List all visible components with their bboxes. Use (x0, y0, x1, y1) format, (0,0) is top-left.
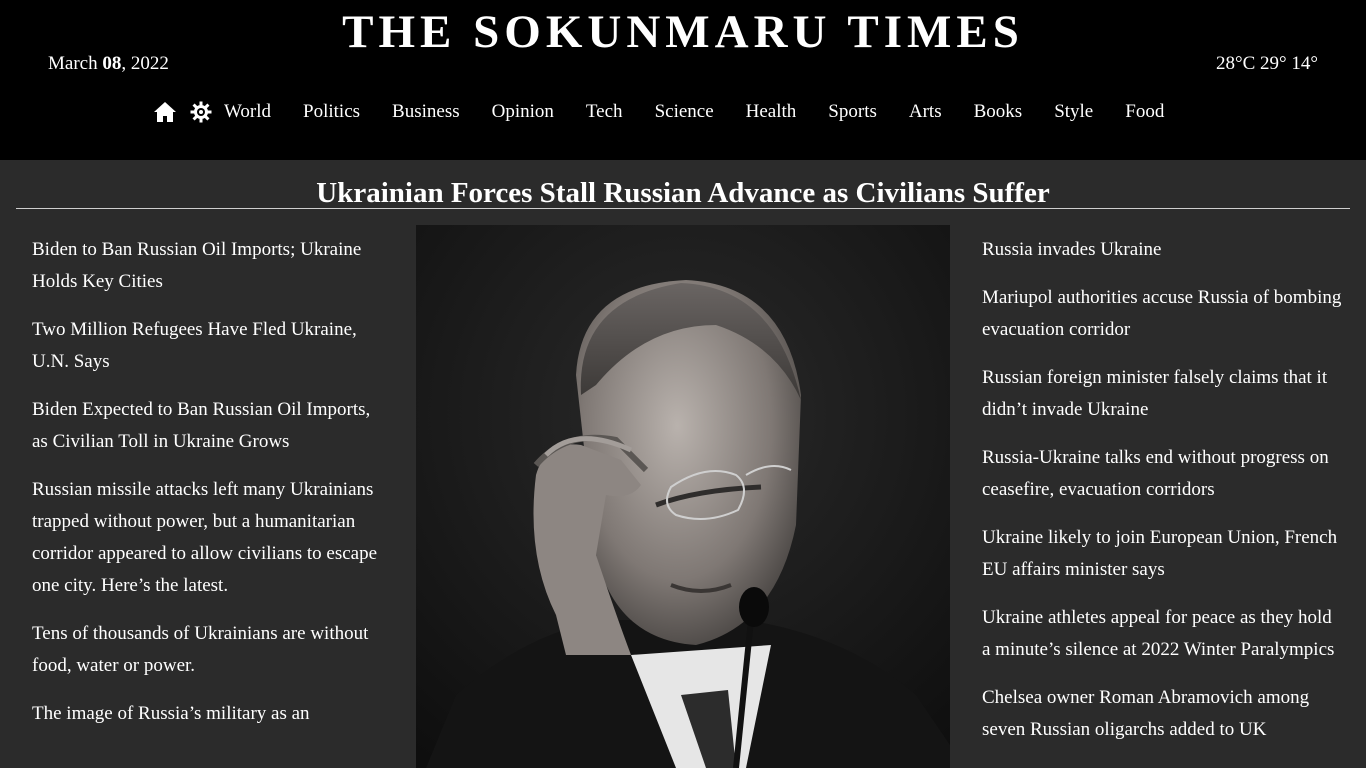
nav-item-business[interactable]: Business (392, 99, 460, 125)
main-nav: World Politics Business Opinion Tech Sci… (152, 98, 1164, 126)
right-story-link[interactable]: Russia invades Ukraine (982, 234, 1342, 266)
nav-item-world[interactable]: World (224, 99, 271, 125)
left-story-column: Biden to Ban Russian Oil Imports; Ukrain… (32, 234, 388, 746)
masthead: THE SOKUNMARU TIMES March 08, 2022 28°C … (0, 0, 1366, 160)
nav-item-politics[interactable]: Politics (303, 99, 360, 125)
nav-item-health[interactable]: Health (746, 99, 797, 125)
date-prefix: March (48, 53, 103, 74)
right-story-column: Russia invades Ukraine Mariupol authorit… (982, 234, 1342, 762)
date: March 08, 2022 (48, 52, 169, 76)
nav-item-sports[interactable]: Sports (828, 99, 877, 125)
nav-item-science[interactable]: Science (655, 99, 714, 125)
right-story-link[interactable]: Mariupol authorities accuse Russia of bo… (982, 282, 1342, 346)
date-day: 08 (102, 53, 122, 74)
left-story-link[interactable]: Two Million Refugees Have Fled Ukraine, … (32, 314, 388, 378)
left-story-summary[interactable]: Tens of thousands of Ukrainians are with… (32, 618, 388, 682)
nav-item-books[interactable]: Books (974, 99, 1023, 125)
weather: 28°C 29° 14° (1216, 53, 1318, 74)
left-story-summary[interactable]: Russian missile attacks left many Ukrain… (32, 474, 388, 602)
left-story-link[interactable]: Biden to Ban Russian Oil Imports; Ukrain… (32, 234, 388, 298)
lead-photo[interactable] (416, 225, 950, 768)
site-title[interactable]: THE SOKUNMARU TIMES (0, 4, 1366, 60)
nav-item-style[interactable]: Style (1054, 99, 1093, 125)
date-suffix: , 2022 (121, 53, 169, 74)
right-story-link[interactable]: Ukraine athletes appeal for peace as the… (982, 602, 1342, 666)
right-story-link[interactable]: Chelsea owner Roman Abramovich among sev… (982, 682, 1342, 746)
right-story-link[interactable]: Russian foreign minister falsely claims … (982, 362, 1342, 426)
right-story-link[interactable]: Ukraine likely to join European Union, F… (982, 522, 1342, 586)
left-story-summary[interactable]: The image of Russia’s military as an (32, 698, 388, 730)
headline-divider (16, 208, 1350, 209)
nav-item-food[interactable]: Food (1125, 99, 1164, 125)
nav-item-opinion[interactable]: Opinion (492, 99, 554, 125)
lead-headline[interactable]: Ukrainian Forces Stall Russian Advance a… (0, 174, 1366, 212)
gear-icon[interactable] (188, 99, 214, 125)
left-story-link[interactable]: Biden Expected to Ban Russian Oil Import… (32, 394, 388, 458)
main-content: Ukrainian Forces Stall Russian Advance a… (0, 160, 1366, 768)
nav-item-tech[interactable]: Tech (586, 99, 623, 125)
right-story-link[interactable]: Russia-Ukraine talks end without progres… (982, 442, 1342, 506)
nav-item-arts[interactable]: Arts (909, 99, 942, 125)
home-icon[interactable] (152, 99, 178, 125)
